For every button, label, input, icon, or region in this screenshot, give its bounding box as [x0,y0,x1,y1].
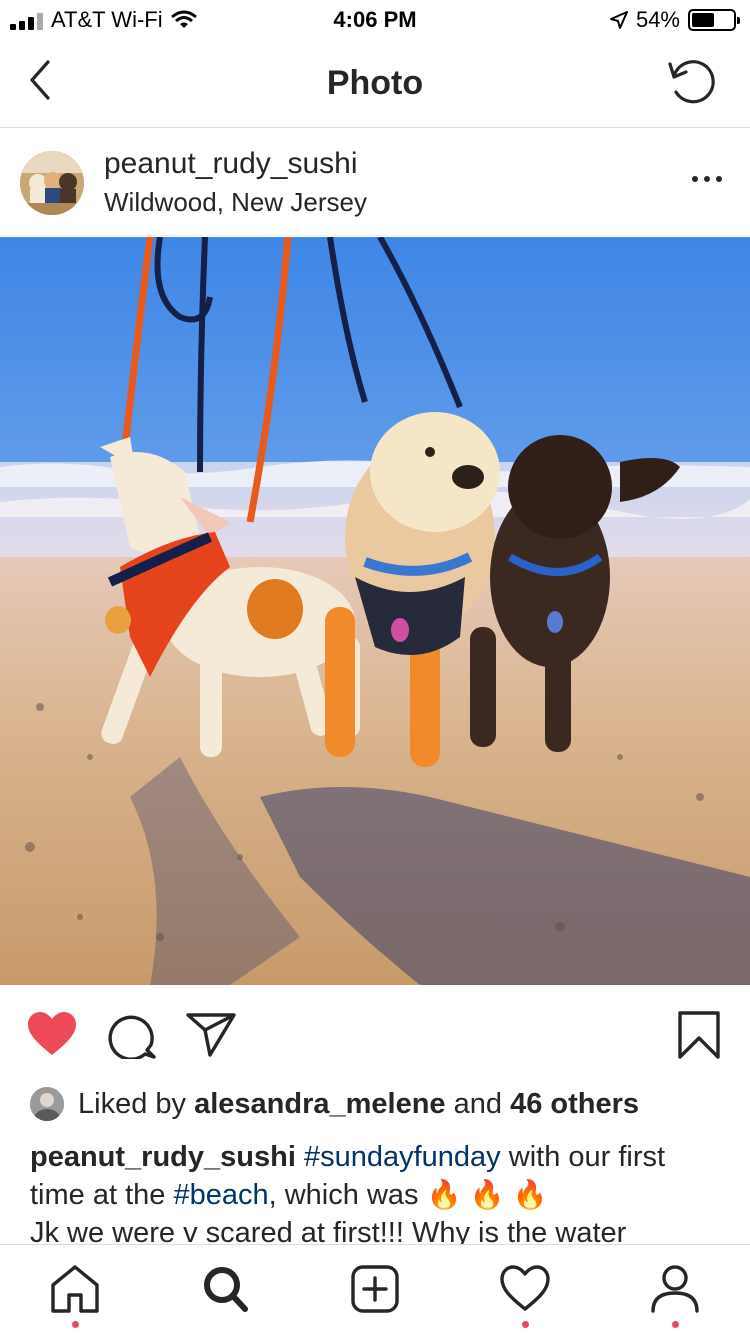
comment-icon[interactable] [108,1011,156,1059]
post-location[interactable]: Wildwood, New Jersey [104,187,367,218]
likes-summary[interactable]: Liked by alesandra_melene and 46 others [30,1084,639,1124]
post-header: peanut_rudy_sushi Wildwood, New Jersey [0,129,750,236]
tab-profile[interactable] [645,1263,705,1333]
notification-dot [522,1321,529,1328]
likes-prefix: Liked by [78,1087,187,1120]
tab-activity[interactable] [495,1263,555,1333]
add-post-icon [351,1265,399,1313]
hashtag-beach[interactable]: #beach [173,1179,268,1211]
post-photo[interactable] [0,237,750,985]
heart-activity-icon [500,1265,550,1311]
liker-avatar [30,1087,64,1121]
battery-fill [692,13,714,27]
share-send-icon[interactable] [186,1011,236,1057]
page-title: Photo [326,64,424,102]
tab-home[interactable] [45,1263,105,1333]
tab-bar [0,1244,750,1334]
photo-image [0,237,750,985]
refresh-icon[interactable] [666,58,722,108]
caption-text-3: Jk we were v scared at first!!! Why is t… [30,1217,627,1244]
likes-connector: and [453,1087,503,1120]
nav-bar: Photo [0,40,750,128]
bookmark-icon[interactable] [678,1011,720,1059]
post-actions [0,985,750,1085]
status-bar: AT&T Wi-Fi 4:06 PM 54% [0,0,750,40]
profile-icon [651,1265,699,1313]
tab-add-post[interactable] [345,1263,405,1333]
avatar-image [20,151,84,215]
likes-others[interactable]: 46 others [510,1088,639,1121]
fire-emoji: 🔥 [469,1179,505,1210]
location-arrow-icon [609,11,628,29]
ellipsis-icon[interactable] [690,169,724,189]
post-caption: peanut_rudy_sushi #sundayfunday with our… [30,1138,720,1244]
tab-search[interactable] [195,1263,255,1333]
notification-dot [672,1321,679,1328]
post-username[interactable]: peanut_rudy_sushi [104,147,358,181]
hashtag-sundayfunday[interactable]: #sundayfunday [304,1141,501,1173]
caption-text-2: , which was [268,1179,419,1211]
liker-username[interactable]: alesandra_melene [194,1088,445,1121]
battery-icon [688,9,740,31]
search-icon [204,1267,248,1312]
fire-emoji: 🔥 [512,1179,548,1210]
notification-dot [72,1321,79,1328]
home-icon [51,1265,99,1313]
fire-emoji: 🔥 [426,1179,462,1210]
battery-percent: 54% [635,7,680,32]
status-right: 54% [609,7,740,33]
avatar[interactable] [20,151,84,215]
like-heart-icon[interactable] [26,1011,78,1057]
caption-username[interactable]: peanut_rudy_sushi [30,1141,296,1173]
